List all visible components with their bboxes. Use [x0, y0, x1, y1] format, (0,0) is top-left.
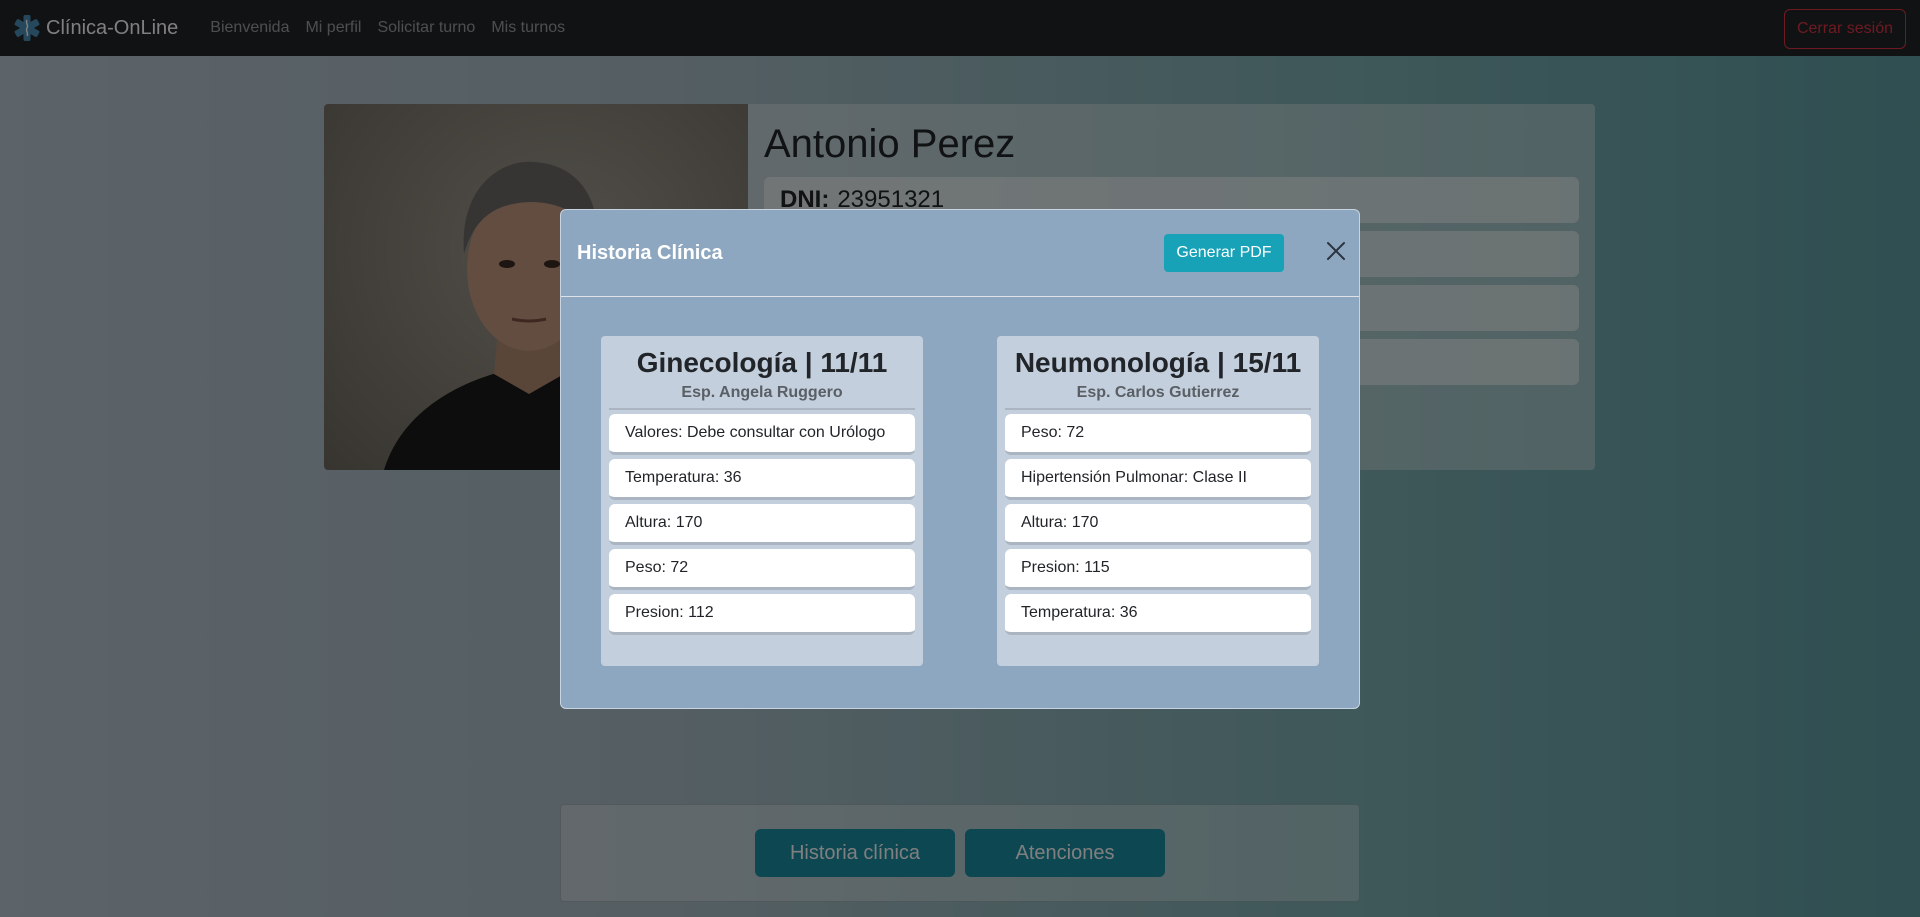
modal-title: Historia Clínica — [577, 241, 723, 264]
record-specialist: Esp. Angela Ruggero — [609, 384, 915, 410]
record-list: Valores: Debe consultar con Urólogo Temp… — [601, 410, 923, 635]
record-item: Temperatura: 36 — [609, 459, 915, 500]
record-item: Peso: 72 — [609, 549, 915, 590]
record-item: Peso: 72 — [1005, 414, 1311, 455]
records-container: Ginecología | 11/11 Esp. Angela Ruggero … — [601, 336, 1319, 666]
modal-header: Historia Clínica Generar PDF — [561, 210, 1359, 297]
close-icon[interactable] — [1325, 240, 1347, 262]
record-item: Presion: 112 — [609, 594, 915, 635]
record-title: Ginecología | 11/11 — [636, 347, 888, 378]
record-item: Valores: Debe consultar con Urólogo — [609, 414, 915, 455]
record-item: Temperatura: 36 — [1005, 594, 1311, 635]
record-title: Neumonología | 15/11 — [1014, 347, 1302, 378]
generate-pdf-button[interactable]: Generar PDF — [1164, 234, 1284, 272]
record-specialist: Esp. Carlos Gutierrez — [1005, 384, 1311, 410]
record-item: Hipertensión Pulmonar: Clase II — [1005, 459, 1311, 500]
record-item: Altura: 170 — [609, 504, 915, 545]
record-item: Presion: 115 — [1005, 549, 1311, 590]
historia-clinica-modal: Historia Clínica Generar PDF Ginecología… — [560, 209, 1360, 709]
record-list: Peso: 72 Hipertensión Pulmonar: Clase II… — [997, 410, 1319, 635]
record-item: Altura: 170 — [1005, 504, 1311, 545]
record-card: Neumonología | 15/11 Esp. Carlos Gutierr… — [997, 336, 1319, 666]
record-card: Ginecología | 11/11 Esp. Angela Ruggero … — [601, 336, 923, 666]
